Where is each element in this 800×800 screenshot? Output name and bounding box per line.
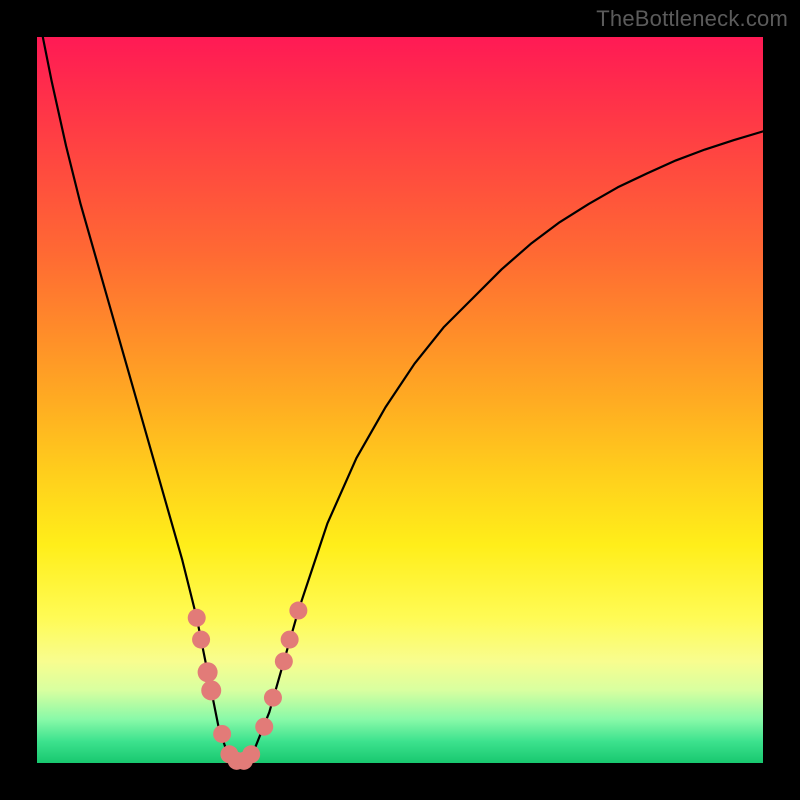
data-marker: [264, 689, 282, 707]
chart-frame: TheBottleneck.com: [0, 0, 800, 800]
data-marker: [201, 680, 221, 700]
data-marker: [275, 652, 293, 670]
data-marker: [188, 609, 206, 627]
watermark-text: TheBottleneck.com: [596, 6, 788, 32]
bottleneck-curve: [37, 8, 763, 763]
data-marker: [242, 745, 260, 763]
data-marker: [192, 631, 210, 649]
data-marker: [281, 631, 299, 649]
data-marker: [289, 602, 307, 620]
curve-svg: [37, 37, 763, 763]
marker-group: [188, 602, 308, 770]
plot-area: [37, 37, 763, 763]
data-marker: [213, 725, 231, 743]
data-marker: [255, 718, 273, 736]
data-marker: [198, 662, 218, 682]
